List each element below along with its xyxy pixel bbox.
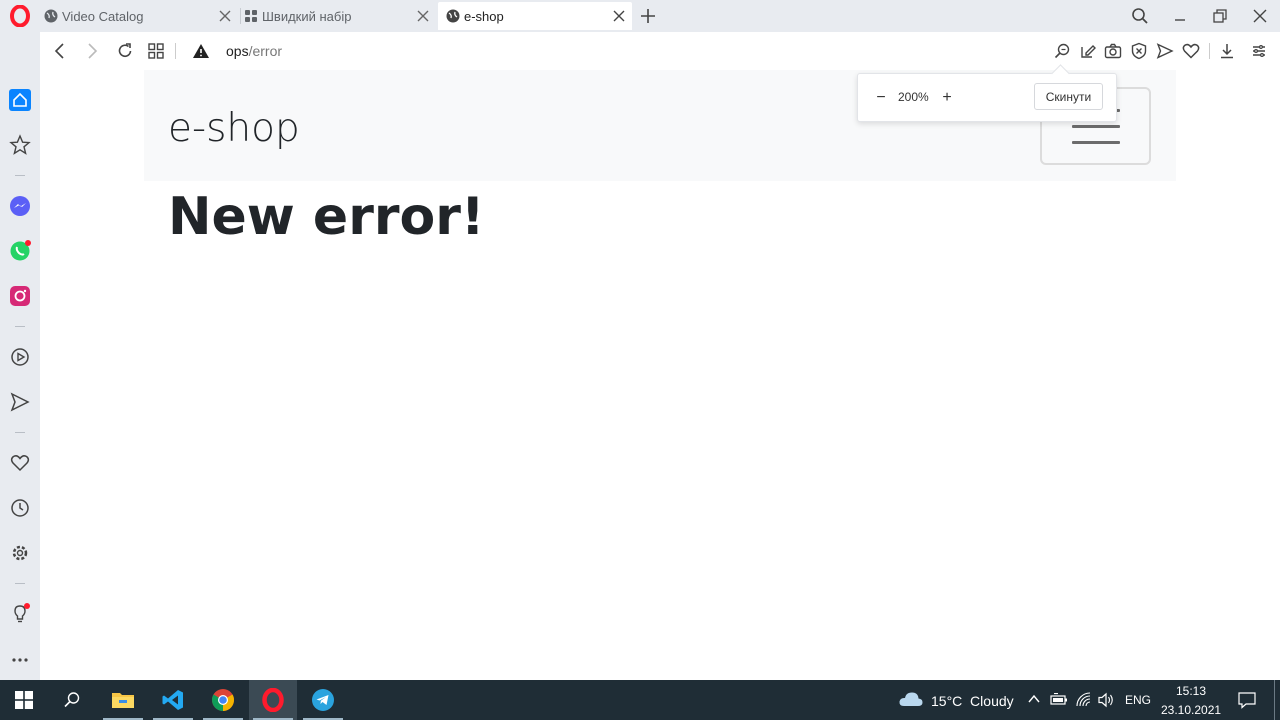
tab-speed-dial[interactable]: Швидкий набір bbox=[244, 2, 436, 30]
opera-menu-icon[interactable] bbox=[9, 5, 31, 27]
clock-date[interactable]: 23.10.2021 bbox=[1161, 703, 1221, 717]
forward-button[interactable] bbox=[82, 41, 102, 61]
instagram-icon[interactable] bbox=[9, 285, 31, 307]
windows-taskbar: 15°C Cloudy ENG 15:13 23.10.2021 bbox=[0, 680, 1280, 720]
reload-button[interactable] bbox=[115, 41, 135, 61]
warning-icon[interactable] bbox=[191, 41, 211, 61]
url-path: /error bbox=[248, 43, 283, 59]
close-icon[interactable] bbox=[416, 9, 430, 23]
opera-icon bbox=[262, 688, 284, 712]
weather-cloud-icon[interactable] bbox=[898, 689, 924, 709]
address-bar: ops/error bbox=[40, 32, 1280, 70]
tab-title: Швидкий набір bbox=[262, 8, 352, 24]
messenger-icon[interactable] bbox=[9, 195, 31, 217]
vscode-icon bbox=[162, 690, 183, 710]
tab-video-catalog[interactable]: Video Catalog bbox=[44, 2, 238, 30]
bookmarks-star-icon[interactable] bbox=[9, 134, 31, 156]
search-tabs-button[interactable] bbox=[1130, 6, 1150, 26]
tab-bar: Video Catalog Швидкий набір e-shop bbox=[0, 0, 1280, 32]
whatsapp-icon[interactable] bbox=[9, 240, 31, 262]
tab-title: Video Catalog bbox=[62, 8, 144, 24]
page-heading: New error! bbox=[168, 187, 485, 247]
notifications-icon[interactable] bbox=[1237, 690, 1257, 710]
new-tab-button[interactable] bbox=[638, 6, 658, 26]
chrome-icon bbox=[212, 689, 234, 711]
url-field[interactable]: ops/error bbox=[226, 43, 282, 59]
chevron-up-icon[interactable] bbox=[1027, 692, 1041, 706]
search-button[interactable] bbox=[48, 680, 96, 720]
globe-icon bbox=[44, 9, 58, 23]
hamburger-bar bbox=[1072, 125, 1120, 128]
home-icon[interactable] bbox=[9, 89, 31, 111]
heart-icon[interactable] bbox=[9, 452, 31, 474]
zoom-level: 200% bbox=[898, 90, 929, 104]
sidebar bbox=[0, 32, 40, 680]
folder-icon bbox=[112, 693, 134, 708]
wifi-icon[interactable] bbox=[1075, 692, 1093, 708]
show-desktop-button[interactable] bbox=[1274, 680, 1275, 720]
adblock-shield-icon[interactable] bbox=[1129, 41, 1149, 61]
start-button[interactable] bbox=[0, 680, 48, 720]
brand-logo-link[interactable]: e-shop bbox=[168, 106, 300, 151]
settings-gear-icon[interactable] bbox=[9, 542, 31, 564]
sidebar-divider bbox=[15, 326, 25, 327]
easy-setup-icon[interactable] bbox=[1249, 41, 1269, 61]
lightbulb-icon[interactable] bbox=[9, 603, 31, 625]
address-divider bbox=[175, 43, 176, 59]
share-send-icon[interactable] bbox=[1155, 41, 1175, 61]
zoom-in-button[interactable]: + bbox=[939, 89, 955, 107]
close-icon[interactable] bbox=[612, 9, 626, 23]
volume-icon[interactable] bbox=[1097, 692, 1115, 708]
tab-title: e-shop bbox=[464, 8, 504, 24]
vscode-app[interactable] bbox=[149, 680, 197, 720]
camera-snapshot-icon[interactable] bbox=[1103, 41, 1123, 61]
battery-icon[interactable] bbox=[1050, 693, 1068, 707]
chrome-app[interactable] bbox=[199, 680, 247, 720]
tab-divider bbox=[240, 8, 241, 24]
zoom-icon[interactable] bbox=[1052, 41, 1072, 61]
more-options-icon[interactable] bbox=[9, 649, 31, 671]
telegram-icon bbox=[312, 689, 334, 711]
download-icon[interactable] bbox=[1217, 41, 1237, 61]
sidebar-divider bbox=[15, 432, 25, 433]
zoom-popup: − 200% + Скинути bbox=[857, 73, 1117, 122]
close-icon[interactable] bbox=[218, 9, 232, 23]
url-host: ops bbox=[226, 43, 249, 59]
search-icon bbox=[64, 692, 80, 708]
minimize-button[interactable] bbox=[1170, 6, 1190, 26]
restore-button[interactable] bbox=[1210, 6, 1230, 26]
back-button[interactable] bbox=[50, 41, 70, 61]
opera-app[interactable] bbox=[249, 680, 297, 720]
clock-time[interactable]: 15:13 bbox=[1176, 684, 1206, 698]
hamburger-bar bbox=[1072, 141, 1120, 144]
telegram-app[interactable] bbox=[299, 680, 347, 720]
globe-icon bbox=[446, 9, 460, 23]
language-indicator[interactable]: ENG bbox=[1125, 693, 1151, 707]
grid-icon bbox=[244, 9, 258, 23]
history-clock-icon[interactable] bbox=[9, 497, 31, 519]
file-explorer-app[interactable] bbox=[99, 680, 147, 720]
toolbar-divider bbox=[1209, 43, 1210, 59]
tabs-grid-icon[interactable] bbox=[146, 41, 166, 61]
zoom-out-button[interactable]: − bbox=[873, 89, 889, 107]
weather-text[interactable]: 15°C Cloudy bbox=[931, 693, 1014, 709]
player-icon[interactable] bbox=[9, 346, 31, 368]
zoom-reset-button[interactable]: Скинути bbox=[1034, 83, 1103, 110]
windows-logo-icon bbox=[15, 691, 33, 709]
send-icon[interactable] bbox=[9, 391, 31, 413]
edit-icon[interactable] bbox=[1078, 41, 1098, 61]
close-window-button[interactable] bbox=[1250, 6, 1270, 26]
sidebar-divider bbox=[15, 175, 25, 176]
sidebar-divider bbox=[15, 583, 25, 584]
web-page: e-shop New error! bbox=[40, 70, 1280, 680]
heart-bookmark-icon[interactable] bbox=[1181, 41, 1201, 61]
tab-e-shop[interactable]: e-shop bbox=[438, 2, 632, 30]
